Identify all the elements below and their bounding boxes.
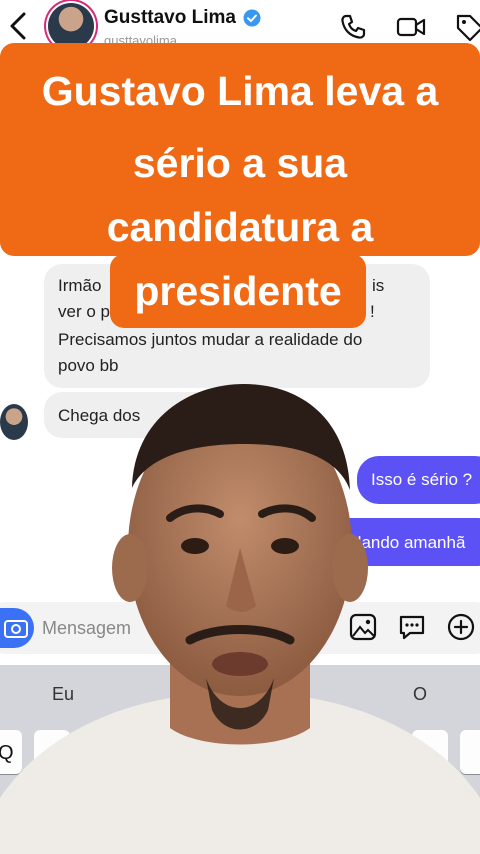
incoming-message-line: povo bb — [58, 356, 119, 375]
banner-title-line: presidente — [134, 268, 342, 314]
incoming-message-fragment: ! — [370, 302, 375, 321]
video-call-icon[interactable] — [396, 12, 426, 42]
incoming-message-line: Precisamos juntos mudar a realidade do — [58, 330, 363, 349]
banner-title-line: sério a sua — [132, 140, 348, 186]
banner-title-line: Gustavo Lima leva a — [41, 68, 439, 114]
verified-badge-icon — [243, 9, 261, 27]
incoming-message-line: ver o p — [58, 302, 110, 321]
banner-title-line: candidatura a — [106, 204, 374, 250]
phone-icon[interactable] — [338, 12, 368, 42]
back-chevron-icon[interactable] — [6, 8, 32, 44]
contact-name[interactable]: Gusttavo Lima — [104, 7, 236, 29]
incoming-message-fragment: is — [372, 276, 385, 295]
tag-icon[interactable] — [454, 12, 480, 42]
incoming-message-line: Irmão — [58, 276, 102, 295]
person-video-overlay — [0, 384, 480, 854]
